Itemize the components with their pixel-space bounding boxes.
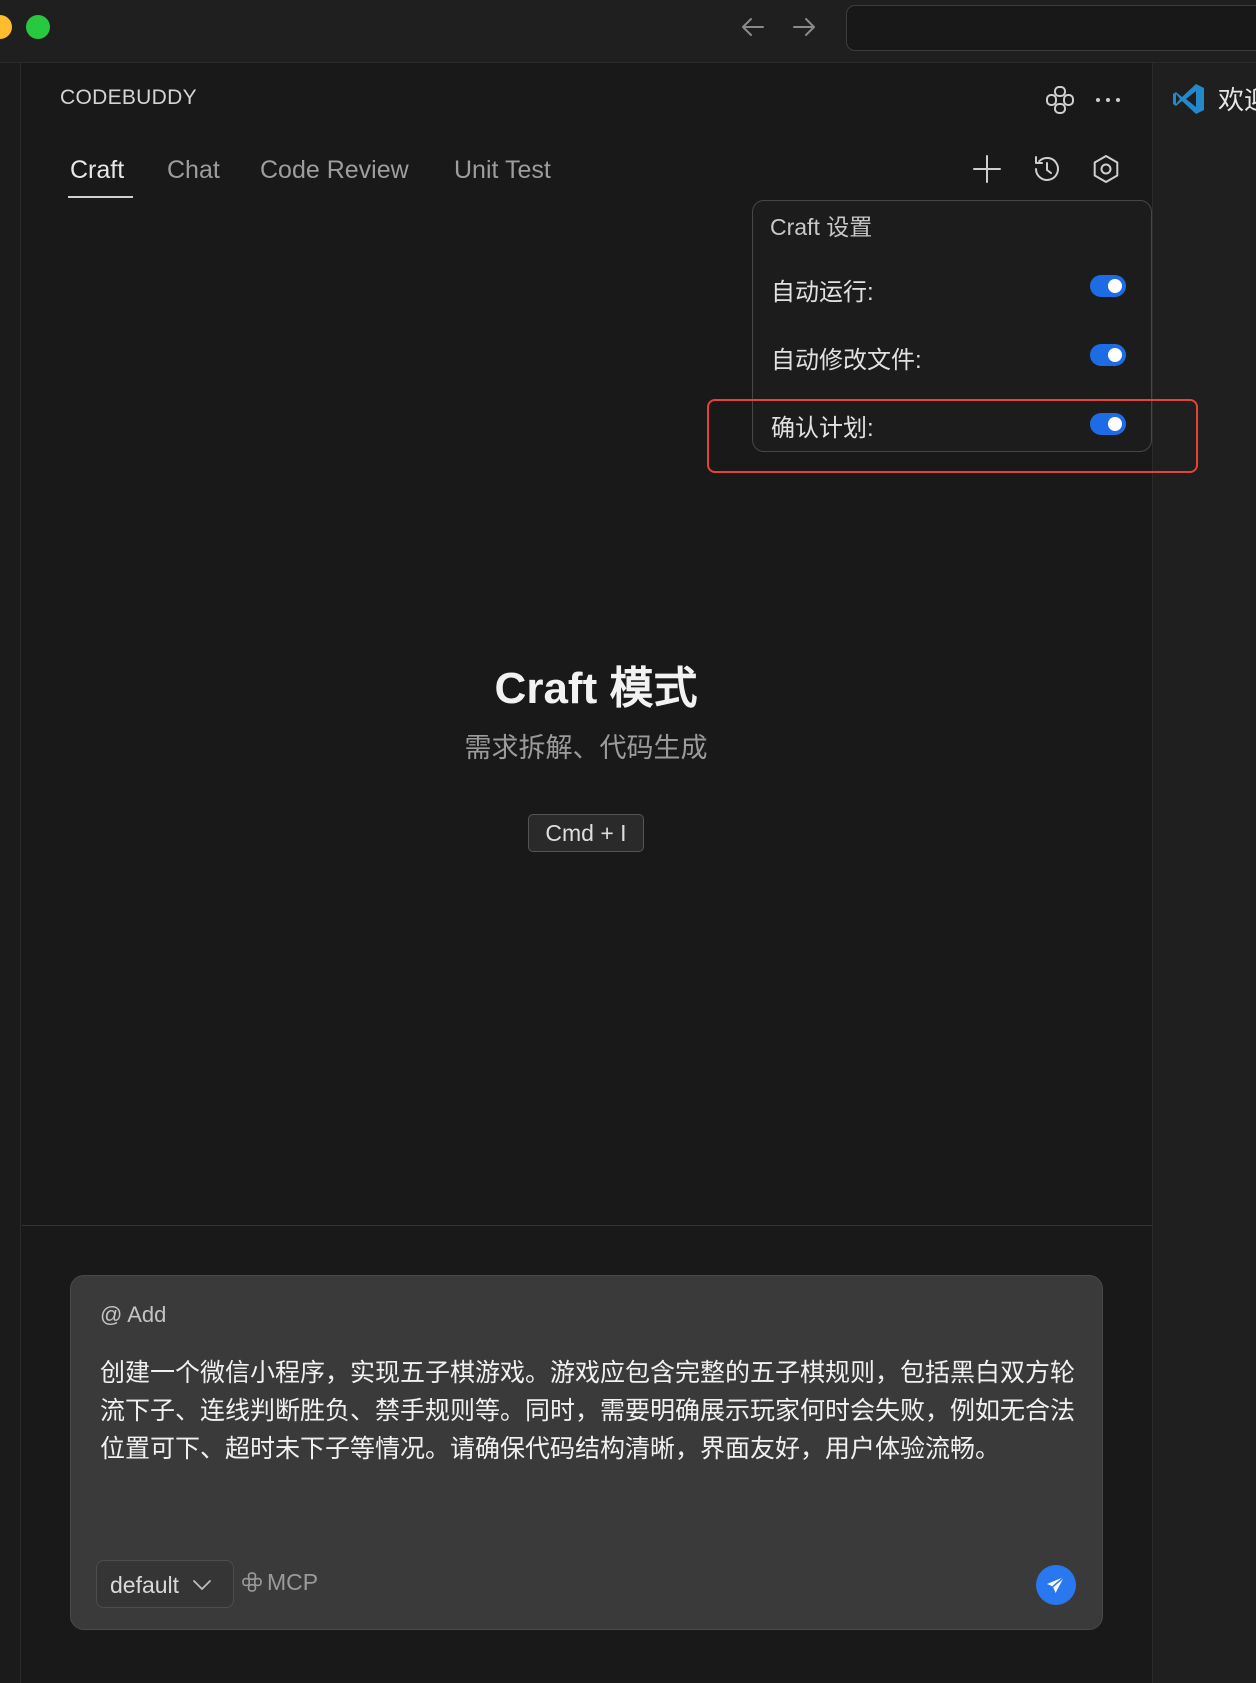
plus-icon[interactable] <box>971 153 1003 185</box>
auto-run-toggle[interactable] <box>1090 275 1126 297</box>
arrow-right-icon[interactable] <box>789 12 819 42</box>
activity-bar <box>0 63 21 1683</box>
popup-title: Craft 设置 <box>770 214 873 240</box>
model-select-value: default <box>110 1572 180 1598</box>
editor-area <box>1152 63 1256 1683</box>
mode-subtitle: 需求拆解、代码生成 <box>464 733 708 763</box>
arrow-left-icon[interactable] <box>738 12 768 42</box>
prompt-textarea[interactable]: 创建一个微信小程序，实现五子棋游戏。游戏应包含完整的五子棋规则，包括黑白双方轮流… <box>100 1354 1080 1468</box>
panel-title: CODEBUDDY <box>60 86 197 109</box>
ellipsis-icon[interactable] <box>1094 90 1122 110</box>
vscode-icon <box>1172 82 1206 116</box>
composer-divider <box>22 1225 1152 1226</box>
send-button[interactable] <box>1036 1565 1076 1605</box>
settings-icon[interactable] <box>1090 153 1122 185</box>
tab-code-review[interactable]: Code Review <box>260 156 409 185</box>
auto-edit-files-toggle[interactable] <box>1090 344 1126 366</box>
shortcut-hint: Cmd + I <box>528 814 644 852</box>
mcp-button[interactable]: MCP <box>267 1569 318 1596</box>
editor-tab-label: 欢迎 <box>1218 85 1256 115</box>
highlight-annotation <box>707 399 1198 473</box>
chevron-down-icon <box>192 1578 212 1592</box>
tab-chat[interactable]: Chat <box>167 156 220 185</box>
tab-craft[interactable]: Craft <box>70 156 124 185</box>
setting-label-auto-edit-files: 自动修改文件: <box>771 347 922 374</box>
maximize-window-button[interactable] <box>26 15 50 39</box>
codebuddy-logo-icon[interactable] <box>1044 84 1076 116</box>
send-icon <box>1047 1576 1065 1593</box>
add-context-button[interactable]: @ Add <box>100 1302 166 1328</box>
mcp-icon <box>241 1571 263 1593</box>
active-tab-indicator <box>68 196 133 198</box>
command-center-search[interactable] <box>846 5 1256 51</box>
mode-title: Craft 模式 <box>494 664 698 713</box>
history-icon[interactable] <box>1031 153 1063 185</box>
tab-unit-test[interactable]: Unit Test <box>454 156 551 185</box>
setting-label-auto-run: 自动运行: <box>771 279 874 306</box>
